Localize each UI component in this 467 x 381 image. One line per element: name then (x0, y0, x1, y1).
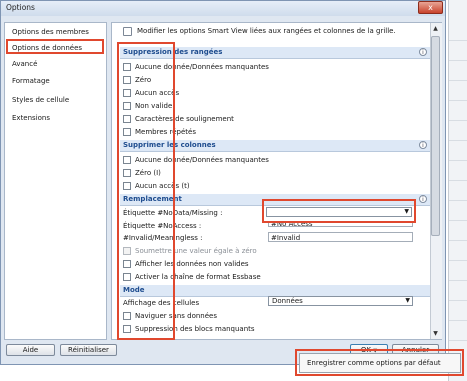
cell-display-value: Données (272, 297, 303, 305)
close-icon: x (428, 3, 433, 12)
highlight-nodata-field (262, 199, 416, 223)
info-row: Modifier les options Smart View liées au… (120, 26, 410, 38)
options-nav: Options des membres Options de données A… (4, 22, 107, 340)
highlight-nav-selection (6, 39, 104, 54)
scroll-down-icon[interactable]: ▼ (430, 328, 441, 339)
help-info-icon[interactable]: i (419, 48, 427, 56)
nav-item-formatting[interactable]: Formatage (8, 75, 104, 88)
highlight-save-default-menu (295, 349, 464, 376)
window-title: Options (6, 3, 35, 12)
cell-display-select[interactable]: Données ▼ (268, 296, 413, 306)
info-icon (123, 27, 132, 36)
help-info-icon[interactable]: i (419, 195, 427, 203)
nav-item-cell-styles[interactable]: Styles de cellule (8, 94, 104, 107)
nav-item-extensions[interactable]: Extensions (8, 112, 104, 125)
help-info-icon[interactable]: i (419, 141, 427, 149)
title-bar[interactable] (1, 1, 445, 16)
nav-item-member-options[interactable]: Options des membres (8, 26, 104, 39)
scrollbar-thumb[interactable] (431, 36, 440, 236)
info-text: Modifier les options Smart View liées au… (137, 27, 396, 35)
background-spreadsheet (448, 0, 467, 381)
chevron-down-icon: ▼ (405, 297, 410, 304)
scroll-up-icon[interactable]: ▲ (430, 23, 441, 34)
reset-button[interactable]: Réinitialiser (60, 344, 117, 356)
invalid-label-input[interactable]: #Invalid (268, 232, 413, 242)
close-button[interactable]: x (418, 1, 443, 14)
nav-item-advanced[interactable]: Avancé (8, 58, 104, 71)
help-button[interactable]: Aide (6, 344, 55, 356)
highlight-checkbox-column (117, 42, 175, 340)
